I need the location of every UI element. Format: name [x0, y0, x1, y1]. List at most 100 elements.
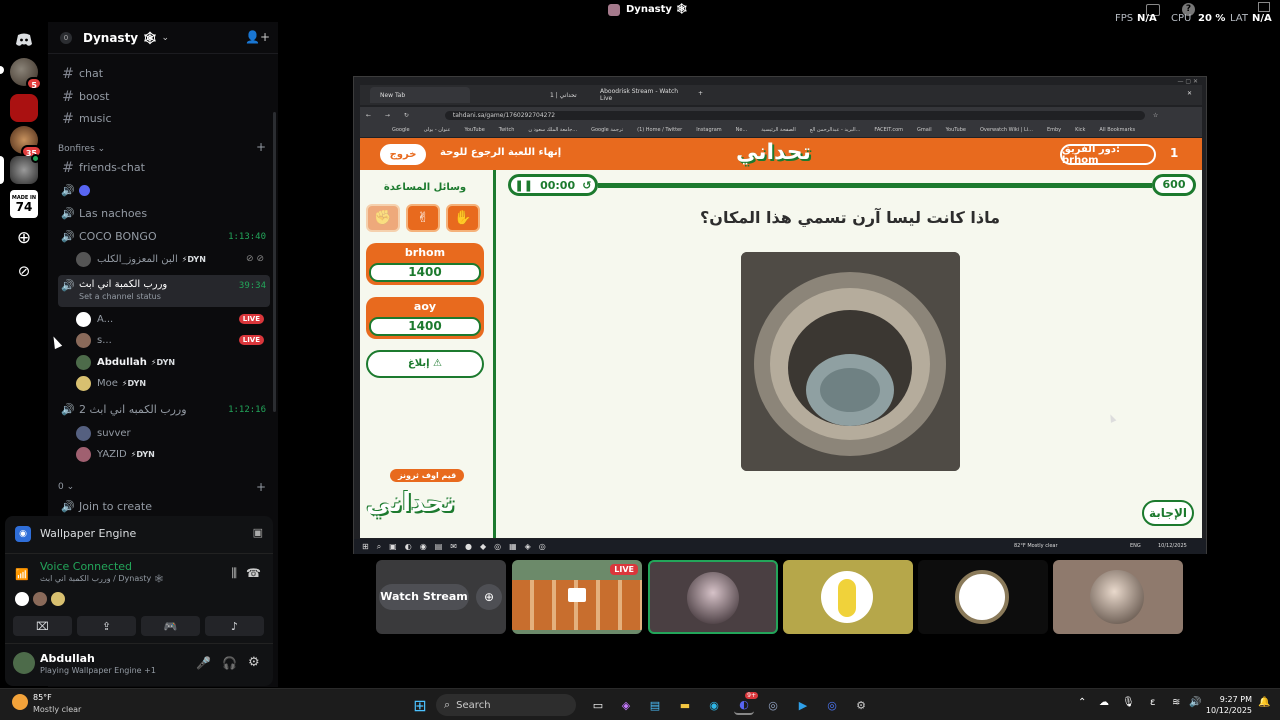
new-tab-icon[interactable]: +	[698, 90, 703, 97]
helper-peace-button[interactable]: ✌	[406, 204, 440, 232]
popout-icon[interactable]: ⊕	[476, 584, 502, 610]
voice-user[interactable]: البن المعزوز_الكلب ⚡DYN ⊘ ⊘	[76, 249, 270, 269]
disconnect-icon[interactable]: ☎	[246, 566, 261, 580]
server-icon-1[interactable]: 5	[10, 58, 42, 90]
pause-icon[interactable]: ❚❚	[515, 179, 533, 192]
notifications-icon[interactable]: 🔔	[1258, 697, 1270, 708]
reset-icon[interactable]: ↺	[582, 179, 591, 192]
app-icon[interactable]: ▶	[793, 695, 813, 715]
bookmark[interactable]: All Bookmarks	[1099, 127, 1135, 133]
clock-date[interactable]: 10/12/2025	[1204, 706, 1252, 715]
window-restore-icon[interactable]	[1258, 2, 1270, 12]
add-channel-icon[interactable]: +	[256, 140, 266, 154]
url-text[interactable]: tahdani.sa/game/1760292704272	[444, 110, 1145, 120]
soundboard-button[interactable]: ♪	[205, 616, 264, 636]
bookmark[interactable]: الصفحة الرئيسية	[761, 127, 796, 133]
bookmark[interactable]: Twitch	[499, 127, 515, 133]
app-icon-2[interactable]: ◎	[822, 695, 842, 715]
participant-tile[interactable]	[648, 560, 778, 634]
settings-gear-icon[interactable]: ⚙	[248, 655, 260, 670]
bookmark[interactable]: Google	[392, 127, 410, 133]
participant-tile[interactable]: Watch Stream ⊕	[376, 560, 506, 634]
store-icon[interactable]: ▤	[645, 695, 665, 715]
user-name[interactable]: Abdullah	[40, 652, 95, 665]
channel-join-create[interactable]: 🔊 Join to create	[58, 496, 270, 517]
voice-user[interactable]: YAZID ⚡DYN	[76, 444, 270, 464]
participant-avatar[interactable]	[33, 592, 47, 606]
discord-taskbar-icon[interactable]: ◐ 9+	[734, 692, 758, 715]
end-game-link[interactable]: إنهاء اللعبة	[508, 147, 561, 158]
headphones-icon[interactable]: 🎧	[222, 656, 237, 670]
stream-view[interactable]: — ▢ ✕ New Tab تحداني | 1 Aboodrisk Strea…	[353, 76, 1207, 554]
exit-button[interactable]: خروج	[380, 144, 426, 165]
avatar[interactable]	[13, 652, 35, 674]
nav-arrows-icon[interactable]: ← → ↻	[366, 112, 415, 119]
channel-chat[interactable]: # chat	[58, 63, 270, 84]
category-blank[interactable]: 0 ⌄	[58, 482, 74, 492]
bookmark[interactable]: Gmail	[917, 127, 932, 133]
bookmark[interactable]: YouTube	[946, 127, 966, 133]
voice-user[interactable]: suvver	[76, 423, 270, 443]
bookmark[interactable]: Google ترجمة	[591, 127, 623, 133]
voice-user[interactable]: Abdullah ⚡DYN	[76, 352, 270, 372]
volume-icon[interactable]: 🔊	[1189, 697, 1201, 708]
steam-icon[interactable]: ◎	[763, 695, 783, 715]
bookmark[interactable]: جامعة الملك سعود ن...	[528, 127, 577, 133]
weather-icon[interactable]	[12, 694, 28, 710]
participant-tile[interactable]	[783, 560, 913, 634]
participant-tile[interactable]	[918, 560, 1048, 634]
bookmark[interactable]: عنوان - يولى	[424, 127, 451, 133]
watch-stream-button[interactable]: Watch Stream	[379, 584, 469, 610]
channel-voice-emoji[interactable]: 🔊	[58, 180, 270, 201]
helper-hand-button[interactable]: ✋	[446, 204, 480, 232]
helper-fist-button[interactable]: ✊	[366, 204, 400, 232]
activities-button[interactable]: 🎮	[141, 616, 200, 636]
camera-off-button[interactable]: ⌧	[13, 616, 72, 636]
bookmark[interactable]: Instagram	[696, 127, 721, 133]
chevron-up-icon[interactable]: ⌃	[1078, 697, 1086, 708]
bookmark[interactable]: FACEIT.com	[874, 127, 903, 133]
add-channel-icon[interactable]: +	[256, 480, 266, 494]
participant-avatar[interactable]	[51, 592, 65, 606]
weather-temp[interactable]: 85°F	[33, 693, 52, 702]
bookmark[interactable]: YouTube	[464, 127, 484, 133]
server-icon-2[interactable]	[10, 94, 38, 122]
add-server-icon[interactable]: ⊕	[10, 224, 38, 252]
back-to-board-link[interactable]: الرجوع للوحة	[440, 147, 505, 158]
copilot-icon[interactable]: ◈	[616, 695, 636, 715]
settings-icon[interactable]: ⚙	[851, 695, 871, 715]
bookmark[interactable]: Emby	[1047, 127, 1061, 133]
noise-suppression-icon[interactable]: ⫼	[231, 566, 237, 581]
search-box[interactable]: ⌕ Search	[436, 694, 576, 716]
voice-user[interactable]: Moe ⚡DYN	[76, 373, 270, 393]
clock-time[interactable]: 9:27 PM	[1206, 695, 1252, 704]
discover-icon[interactable]: ⊘	[10, 257, 38, 285]
participant-tile[interactable]	[1053, 560, 1183, 634]
bookmark[interactable]: Ne...	[736, 127, 748, 133]
bookmark[interactable]: (1) Home / Twitter	[637, 127, 682, 133]
channel-las-nachoes[interactable]: 🔊 Las nachoes	[58, 203, 270, 224]
share-screen-button[interactable]: ⇪	[77, 616, 136, 636]
server-icon-dynasty[interactable]	[10, 154, 40, 184]
sidebar-scrollbar[interactable]	[273, 112, 276, 412]
guild-header[interactable]: 0 Dynasty 🕸 ⌄ 👤+	[48, 22, 278, 54]
channel-boost[interactable]: # boost	[58, 86, 270, 107]
report-button[interactable]: إبلاغ ⚠	[366, 350, 484, 378]
edge-icon[interactable]: ◉	[704, 695, 724, 715]
lang-icon[interactable]: ε	[1150, 697, 1155, 708]
channel-wurb-2[interactable]: 🔊 وررب الكمبه اني ابث 2 1:12:16	[58, 399, 270, 420]
window-close-icon[interactable]: ✕	[1187, 90, 1192, 97]
voice-user[interactable]: A... LIVE	[76, 309, 270, 329]
browser-tab[interactable]: New Tab	[370, 87, 470, 103]
onedrive-icon[interactable]: ☁	[1099, 697, 1109, 708]
voice-status[interactable]: Voice Connected	[40, 560, 132, 573]
channel-status[interactable]: Set a channel status	[79, 292, 167, 301]
participant-tile[interactable]: LIVE	[512, 560, 642, 634]
category-bonfires[interactable]: Bonfires ⌄	[58, 144, 105, 154]
start-icon[interactable]: ⊞	[410, 695, 430, 715]
weather-desc[interactable]: Mostly clear	[33, 705, 81, 714]
channel-wurb[interactable]: 🔊 وررب الكمبة اني ابث Set a channel stat…	[58, 275, 270, 307]
explorer-icon[interactable]: ▬	[675, 695, 695, 715]
server-icon-made-in[interactable]: MADE IN 74	[10, 190, 38, 218]
address-bar[interactable]: ← → ↻ tahdani.sa/game/1760292704272 ☆	[360, 107, 1202, 123]
